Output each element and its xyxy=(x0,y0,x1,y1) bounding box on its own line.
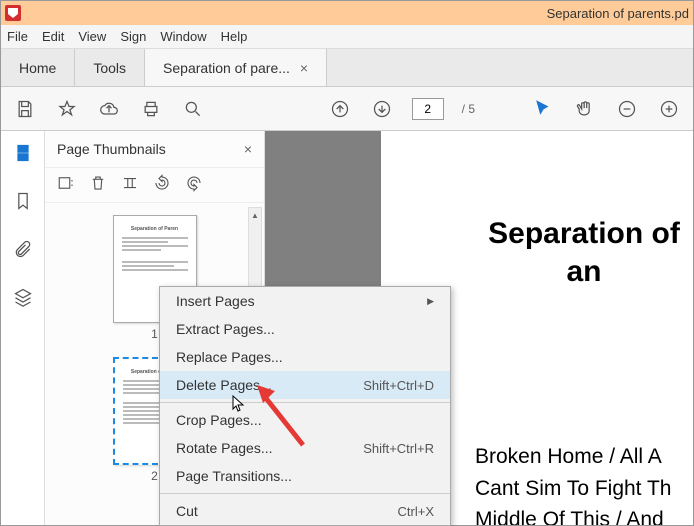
ctx-page-transitions[interactable]: Page Transitions... xyxy=(160,462,450,490)
selection-tool-icon[interactable] xyxy=(531,97,555,121)
tab-tools[interactable]: Tools xyxy=(75,49,145,86)
toolbar: / 5 xyxy=(1,87,693,131)
ctx-delete-pages[interactable]: Delete Pages... Shift+Ctrl+D xyxy=(160,371,450,399)
page-up-icon[interactable] xyxy=(328,97,352,121)
ctx-extract-pages[interactable]: Extract Pages... xyxy=(160,315,450,343)
ctx-rotate-pages[interactable]: Rotate Pages... Shift+Ctrl+R xyxy=(160,434,450,462)
page-total-label: / 5 xyxy=(462,102,475,116)
zoom-out-icon[interactable] xyxy=(615,97,639,121)
window-title: Separation of parents.pd xyxy=(547,6,689,21)
thumbnails-panel-close-icon[interactable]: × xyxy=(244,141,252,157)
thumbnails-rail-icon[interactable] xyxy=(9,139,37,167)
thumbnail-options-icon[interactable] xyxy=(57,174,75,197)
print-icon[interactable] xyxy=(139,97,163,121)
document-background xyxy=(265,131,381,311)
rotate-cw-icon[interactable] xyxy=(185,174,203,197)
ctx-separator xyxy=(160,402,450,403)
document-heading: Separation of an xyxy=(475,215,693,290)
menubar: File Edit View Sign Window Help xyxy=(1,25,693,49)
menu-window[interactable]: Window xyxy=(160,29,206,44)
tabbar: Home Tools Separation of pare... × xyxy=(1,49,693,87)
insert-page-icon[interactable] xyxy=(121,174,139,197)
attachments-rail-icon[interactable] xyxy=(9,235,37,263)
delete-page-icon[interactable] xyxy=(89,174,107,197)
zoom-in-icon[interactable] xyxy=(657,97,681,121)
thumbnails-toolbar xyxy=(45,167,264,203)
document-body: Broken Home / All A Cant Sim To Fight Th… xyxy=(475,441,693,525)
star-icon[interactable] xyxy=(55,97,79,121)
layers-rail-icon[interactable] xyxy=(9,283,37,311)
ctx-cut[interactable]: Cut Ctrl+X xyxy=(160,497,450,525)
tab-home[interactable]: Home xyxy=(1,49,75,86)
ctx-crop-pages[interactable]: Crop Pages... xyxy=(160,406,450,434)
menu-help[interactable]: Help xyxy=(221,29,248,44)
ctx-separator-2 xyxy=(160,493,450,494)
app-logo-icon xyxy=(5,5,21,21)
ctx-insert-pages[interactable]: Insert Pages ▶ xyxy=(160,287,450,315)
tab-close-icon[interactable]: × xyxy=(300,60,308,76)
search-icon[interactable] xyxy=(181,97,205,121)
cloud-upload-icon[interactable] xyxy=(97,97,121,121)
tab-document-label: Separation of pare... xyxy=(163,60,290,76)
menu-sign[interactable]: Sign xyxy=(120,29,146,44)
tab-document[interactable]: Separation of pare... × xyxy=(145,49,327,86)
thumbnails-panel-title: Page Thumbnails xyxy=(57,141,166,157)
page-down-icon[interactable] xyxy=(370,97,394,121)
bookmarks-rail-icon[interactable] xyxy=(9,187,37,215)
ctx-replace-pages[interactable]: Replace Pages... xyxy=(160,343,450,371)
ctx-rotate-shortcut: Shift+Ctrl+R xyxy=(363,441,434,456)
save-icon[interactable] xyxy=(13,97,37,121)
titlebar: Separation of parents.pd xyxy=(1,1,693,25)
ctx-delete-shortcut: Shift+Ctrl+D xyxy=(363,378,434,393)
hand-tool-icon[interactable] xyxy=(573,97,597,121)
menu-file[interactable]: File xyxy=(7,29,28,44)
menu-edit[interactable]: Edit xyxy=(42,29,64,44)
menu-view[interactable]: View xyxy=(78,29,106,44)
scroll-up-icon[interactable]: ▲ xyxy=(249,208,261,222)
page-number-input[interactable] xyxy=(412,98,444,120)
nav-rail xyxy=(1,131,45,525)
ctx-cut-shortcut: Ctrl+X xyxy=(398,504,434,519)
context-menu: Insert Pages ▶ Extract Pages... Replace … xyxy=(159,286,451,526)
submenu-arrow-icon: ▶ xyxy=(427,296,434,307)
rotate-ccw-icon[interactable] xyxy=(153,174,171,197)
